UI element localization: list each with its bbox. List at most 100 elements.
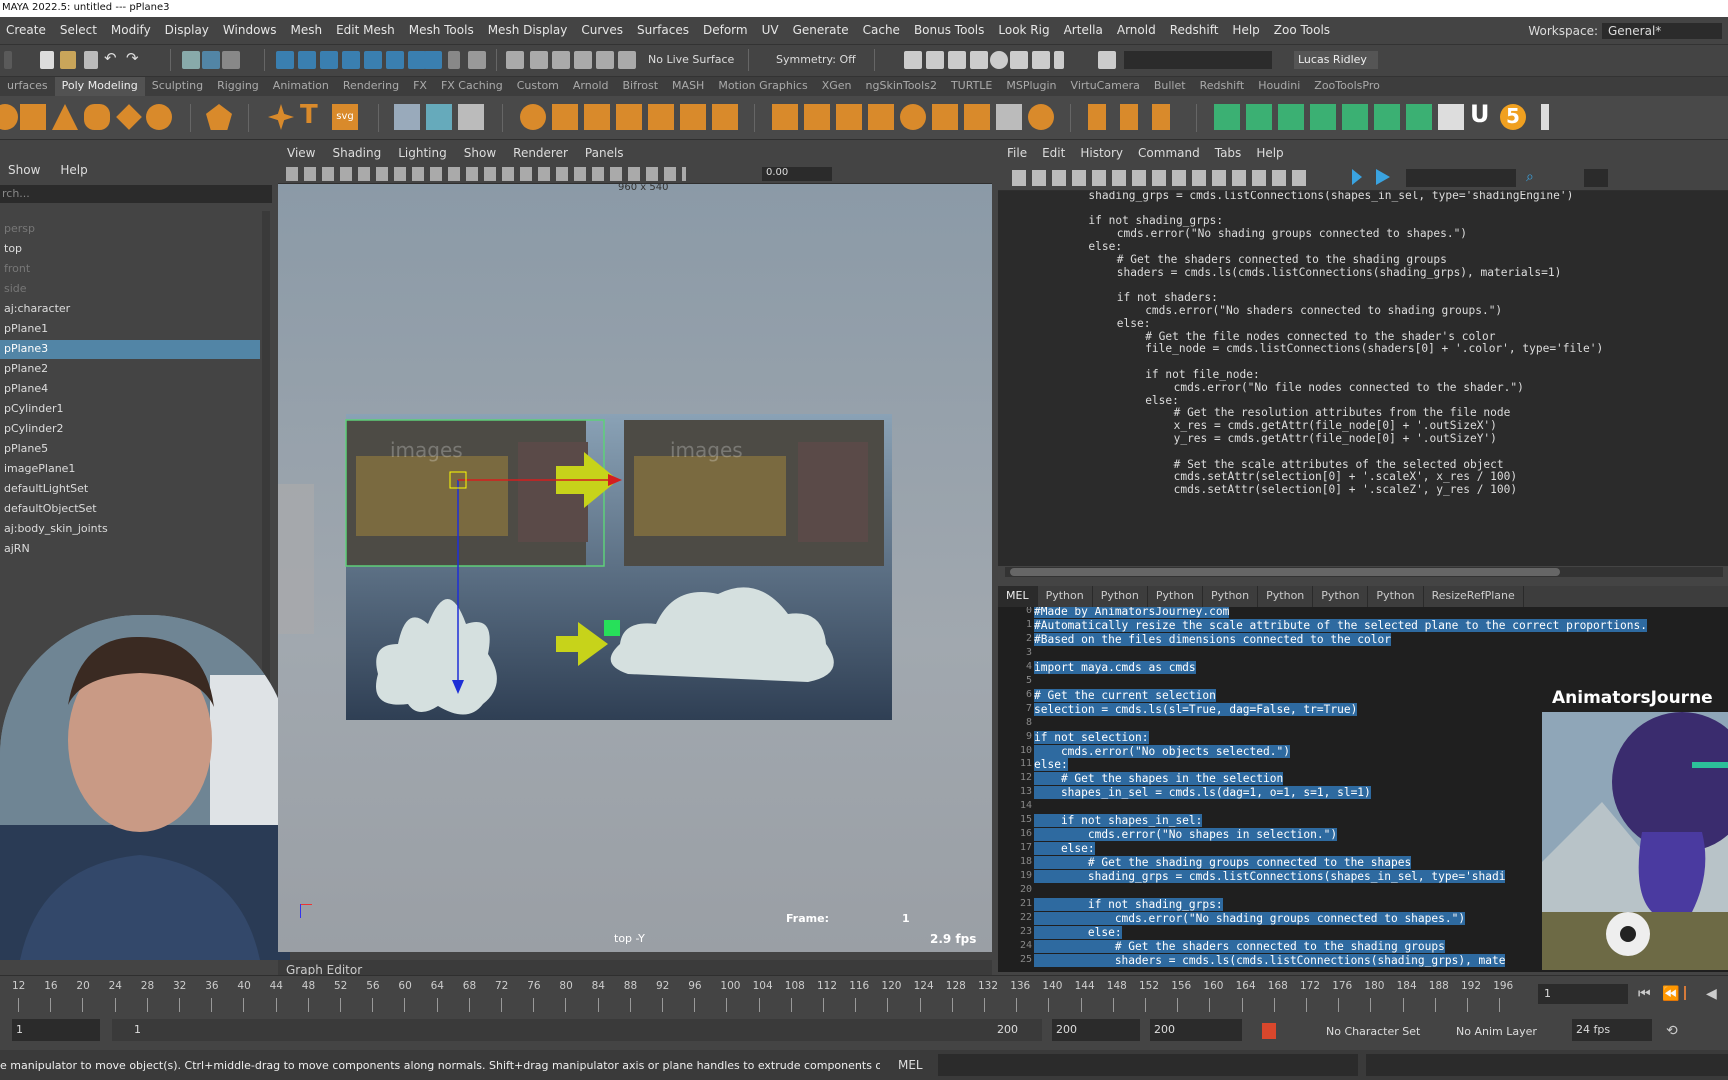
viewport-menu-show[interactable]: Show	[464, 141, 496, 160]
script-menu-command[interactable]: Command	[1138, 141, 1200, 160]
outliner-item[interactable]: pPlane3	[0, 340, 260, 359]
joint-tool-icon[interactable]	[1541, 104, 1549, 130]
anim-layer-dropdown[interactable]: No Anim Layer	[1456, 1025, 1537, 1038]
command-language-label[interactable]: MEL	[898, 1058, 923, 1072]
script-tab[interactable]: Python	[1258, 586, 1314, 607]
user-account[interactable]: Lucas Ridley	[1294, 51, 1378, 69]
menu-mesh-display[interactable]: Mesh Display	[488, 17, 576, 37]
script-tab[interactable]: Python	[1368, 586, 1424, 607]
remesh-icon[interactable]	[680, 104, 706, 130]
outliner-item[interactable]: aj:character	[0, 300, 260, 319]
poly-disc-icon[interactable]	[146, 104, 172, 130]
shelf-tab-bifrost[interactable]: Bifrost	[616, 77, 666, 96]
poly-torus-icon[interactable]	[84, 104, 110, 130]
menu-uv[interactable]: UV	[762, 17, 787, 37]
magnet-icon[interactable]	[468, 51, 486, 69]
time-slider[interactable]: 12 16 20 24 28 32 36 40 44 48 52 56 60 64 68 72 76 80 84 88…	[0, 975, 1728, 1014]
poly-plane-icon[interactable]	[116, 104, 142, 130]
script-menu-help[interactable]: Help	[1256, 141, 1283, 160]
workspace-selector[interactable]: Workspace: General*	[1528, 23, 1722, 39]
undo-icon[interactable]: ↶	[104, 49, 122, 67]
outliner-item[interactable]: top	[0, 240, 260, 259]
circularize-icon[interactable]	[996, 104, 1022, 130]
snap-curve-icon[interactable]	[298, 51, 316, 69]
append-icon[interactable]	[868, 104, 894, 130]
snap-live-icon[interactable]	[386, 51, 404, 69]
shelf-tab-ngskintools2[interactable]: ngSkinTools2	[859, 77, 944, 96]
menu-surfaces[interactable]: Surfaces	[637, 17, 697, 37]
script-input-line[interactable]: #Automatically resize the scale attribut…	[1034, 618, 1647, 632]
menu-redshift[interactable]: Redshift	[1170, 17, 1227, 37]
script-tab[interactable]: Python	[1203, 586, 1259, 607]
uv-planar-icon[interactable]	[1214, 104, 1240, 130]
five-badge-icon[interactable]: 5	[1500, 104, 1526, 130]
construction-icon[interactable]	[574, 51, 592, 69]
script-input-line[interactable]: cmds.error("No shading groups connected …	[1034, 911, 1466, 925]
outliner-item[interactable]: pCylinder1	[0, 400, 260, 419]
open-scene-icon[interactable]	[60, 51, 76, 69]
poly-cube-icon[interactable]	[20, 104, 46, 130]
render-view-icon[interactable]	[1010, 51, 1028, 69]
symmetry-field[interactable]: Symmetry: Off	[776, 53, 856, 66]
lock-icon[interactable]	[448, 51, 460, 69]
character-set-dropdown[interactable]: No Character Set	[1326, 1025, 1420, 1038]
redo-icon[interactable]: ↷	[126, 49, 144, 67]
menu-modify[interactable]: Modify	[111, 17, 159, 37]
script-input-line[interactable]: # Get the shading groups connected to th…	[1034, 856, 1412, 870]
animation-end-field[interactable]: 200	[1150, 1019, 1242, 1041]
menu-mesh[interactable]: Mesh	[290, 17, 330, 37]
reduce-icon[interactable]	[648, 104, 674, 130]
shelf-tab-mash[interactable]: MASH	[665, 77, 711, 96]
menu-mesh-tools[interactable]: Mesh Tools	[409, 17, 482, 37]
outliner-item[interactable]: pCylinder2	[0, 420, 260, 439]
poly-cone-icon[interactable]	[52, 104, 78, 130]
find-icon[interactable]: ⌕	[1526, 169, 1540, 185]
shelf-tab-fx-caching[interactable]: FX Caching	[434, 77, 510, 96]
snap-surface-icon[interactable]	[342, 51, 360, 69]
menu-zoo-tools[interactable]: Zoo Tools	[1274, 17, 1338, 37]
render-settings-icon[interactable]	[970, 51, 988, 69]
script-tab[interactable]: Python	[1313, 586, 1369, 607]
script-tab[interactable]: Python	[1038, 586, 1093, 607]
script-input-line[interactable]: shapes_in_sel = cmds.ls(dag=1, o=1, s=1,…	[1034, 786, 1371, 800]
script-input-line[interactable]: shading_grps = cmds.listConnections(shap…	[1034, 870, 1506, 884]
offset-loop-icon[interactable]	[1152, 104, 1170, 130]
script-input-line[interactable]: cmds.error("No objects selected.")	[1034, 744, 1290, 758]
shelf-tab-arnold[interactable]: Arnold	[566, 77, 616, 96]
script-input-line[interactable]: # Get the shapes in the selection	[1034, 772, 1284, 786]
snap-point-icon[interactable]	[320, 51, 338, 69]
uv-cut-icon[interactable]	[1406, 104, 1432, 130]
shelf-tab-motion-graphics[interactable]: Motion Graphics	[711, 77, 814, 96]
menu-help[interactable]: Help	[1232, 17, 1267, 37]
shelf-tab-animation[interactable]: Animation	[266, 77, 336, 96]
outliner-item[interactable]: aj:body_skin_joints	[0, 520, 260, 539]
sweep-mesh-icon[interactable]	[394, 104, 420, 130]
script-output-hscroll-thumb[interactable]	[1010, 568, 1560, 576]
script-tab[interactable]: Python	[1093, 586, 1148, 607]
edge-loop-icon[interactable]	[1120, 104, 1138, 130]
extrude-icon[interactable]	[772, 104, 798, 130]
shelf-tab-poly-modeling[interactable]: Poly Modeling	[54, 77, 145, 96]
close-tool-icon[interactable]	[1438, 104, 1464, 130]
script-input-line[interactable]: cmds.error("No shapes in selection.")	[1034, 828, 1338, 842]
shelf-tab-rigging[interactable]: Rigging	[210, 77, 266, 96]
uv-layout-icon[interactable]	[1374, 104, 1400, 130]
script-tab[interactable]: ResizeRefPlane	[1424, 586, 1524, 607]
live-surface-field[interactable]: No Live Surface	[648, 53, 734, 66]
script-toolbar-icons[interactable]	[1012, 170, 1312, 186]
combine-icon[interactable]	[520, 104, 546, 130]
script-input-line[interactable]: #Made by AnimatorsJourney.com	[1034, 607, 1230, 618]
target-weld-icon[interactable]	[1028, 104, 1054, 130]
shelf-tab-virtucamera[interactable]: VirtuCamera	[1064, 77, 1147, 96]
outliner-item[interactable]: defaultLightSet	[0, 480, 260, 499]
fps-dropdown[interactable]: 24 fps	[1572, 1019, 1652, 1041]
platonic-solid-icon[interactable]	[206, 104, 232, 130]
script-menu-edit[interactable]: Edit	[1042, 141, 1065, 160]
menu-create[interactable]: Create	[6, 17, 54, 37]
script-input-line[interactable]: # Get the current selection	[1034, 688, 1216, 702]
viewport-icon-strip[interactable]	[286, 167, 686, 181]
script-input-line[interactable]: shaders = cmds.ls(cmds.listConnections(s…	[1034, 953, 1506, 967]
u-tool-icon[interactable]: U	[1470, 100, 1496, 128]
script-input-line[interactable]: else:	[1034, 758, 1068, 772]
shelf-tab-turtle[interactable]: TURTLE	[944, 77, 999, 96]
